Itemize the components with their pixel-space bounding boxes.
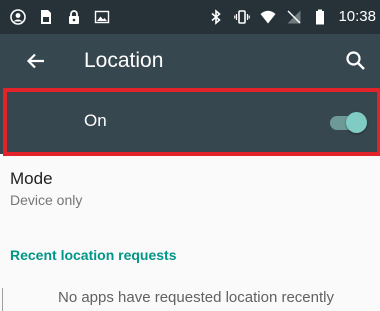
arrow-left-icon[interactable] (22, 47, 50, 75)
empty-message: No apps have requested location recently (57, 289, 334, 306)
search-icon[interactable] (342, 47, 370, 75)
status-right-icons: 10:38 (208, 7, 376, 27)
sim-card-icon (41, 10, 51, 24)
toolbar: Location (0, 34, 380, 88)
status-time: 10:38 (338, 8, 376, 25)
no-signal-icon (287, 10, 301, 24)
mode-value: Device only (10, 192, 83, 208)
wifi-icon (260, 10, 276, 24)
vibrate-icon (234, 10, 251, 24)
recent-requests-header: Recent location requests (10, 247, 177, 263)
toggle-thumb (346, 112, 367, 133)
mode-title[interactable]: Mode (10, 169, 53, 189)
image-icon (94, 10, 110, 24)
bluetooth-icon (211, 9, 222, 25)
page-title: Location (84, 49, 164, 72)
status-left-icons (10, 7, 110, 27)
status-bar: 10:38 (0, 0, 380, 34)
highlight-box (3, 88, 380, 156)
battery-icon (316, 9, 325, 25)
avatar-icon (10, 9, 26, 25)
location-toggle[interactable] (330, 110, 368, 134)
lock-icon (69, 10, 79, 24)
switch-label: On (84, 111, 107, 130)
